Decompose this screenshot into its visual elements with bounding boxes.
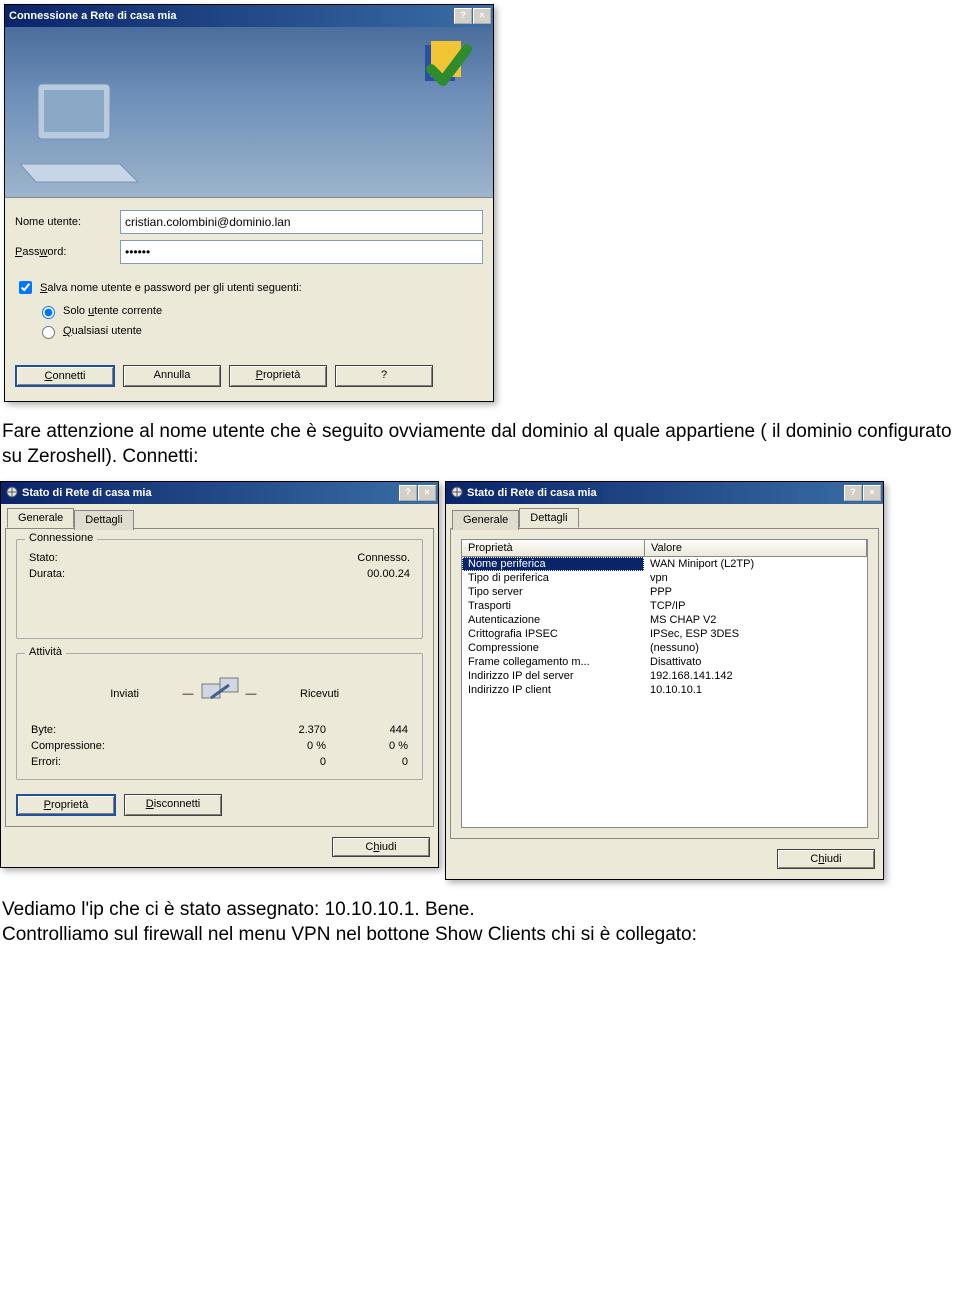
bytes-recv: 444	[328, 723, 408, 737]
password-input[interactable]	[120, 240, 483, 264]
list-item[interactable]: Nome perifericaWAN Miniport (L2TP)	[462, 557, 867, 571]
value-cell: PPP	[644, 585, 867, 599]
disconnect-button[interactable]: Disconnetti	[124, 794, 222, 816]
network-icon	[5, 485, 19, 502]
list-header: Proprietà Valore	[461, 539, 868, 557]
computers-icon	[200, 676, 240, 711]
list-item[interactable]: AutenticazioneMS CHAP V2	[462, 613, 867, 627]
bytes-sent: 2.370	[246, 723, 326, 737]
errors-sent: 0	[246, 755, 326, 769]
radio-current-user-label: Solo utente corrente	[63, 305, 162, 317]
value-cell: TCP/IP	[644, 599, 867, 613]
property-cell: Autenticazione	[462, 613, 644, 627]
close-button[interactable]: Chiudi	[332, 837, 430, 857]
state-value: Connesso.	[357, 552, 410, 564]
password-label: Password:	[15, 246, 120, 258]
save-credentials-checkbox[interactable]	[19, 281, 32, 294]
property-cell: Indirizzo IP del server	[462, 669, 644, 683]
radio-any-user[interactable]	[42, 326, 55, 339]
col-property[interactable]: Proprietà	[462, 540, 645, 556]
property-cell: Indirizzo IP client	[462, 683, 644, 697]
property-cell: Frame collegamento m...	[462, 655, 644, 669]
tab-details[interactable]: Dettagli	[519, 508, 578, 528]
property-cell: Nome periferica	[462, 557, 644, 571]
recv-label: Ricevuti	[300, 688, 410, 700]
radio-current-user[interactable]	[42, 306, 55, 319]
radio-any-user-label: Qualsiasi utente	[63, 325, 142, 337]
list-item[interactable]: Tipo serverPPP	[462, 585, 867, 599]
state-label: Stato:	[29, 552, 58, 564]
duration-value: 00.00.24	[367, 568, 410, 580]
bytes-label: Byte:	[31, 723, 244, 737]
save-credentials-label: Salva nome utente e password per gli ute…	[40, 282, 302, 294]
sent-label: Inviati	[29, 688, 139, 700]
shield-check-icon	[417, 39, 473, 98]
username-label: Nome utente:	[15, 216, 120, 228]
username-input[interactable]	[120, 210, 483, 234]
help-icon[interactable]: ?	[844, 485, 862, 501]
list-item[interactable]: Indirizzo IP client10.10.10.1	[462, 683, 867, 697]
list-item[interactable]: Crittografia IPSECIPSec, ESP 3DES	[462, 627, 867, 641]
list-item[interactable]: Compressione(nessuno)	[462, 641, 867, 655]
list-item[interactable]: Tipo di perifericavpn	[462, 571, 867, 585]
value-cell: vpn	[644, 571, 867, 585]
titlebar: Connessione a Rete di casa mia ? ×	[5, 5, 493, 27]
status-dialog-details: Stato di Rete di casa mia ? × Generale D…	[445, 481, 884, 880]
list-item[interactable]: Frame collegamento m...Disattivato	[462, 655, 867, 669]
help-icon[interactable]: ?	[399, 485, 417, 501]
close-icon[interactable]: ×	[863, 485, 881, 501]
compression-recv: 0 %	[328, 739, 408, 753]
network-icon	[450, 485, 464, 502]
connect-button[interactable]: Connetti	[15, 365, 115, 387]
value-cell: WAN Miniport (L2TP)	[644, 557, 867, 571]
compression-label: Compressione:	[31, 739, 244, 753]
compression-sent: 0 %	[246, 739, 326, 753]
errors-label: Errori:	[31, 755, 244, 769]
cancel-button[interactable]: Annulla	[123, 365, 221, 387]
dialog-title: Connessione a Rete di casa mia	[9, 10, 177, 22]
properties-button[interactable]: Proprietà	[16, 794, 116, 816]
tab-details[interactable]: Dettagli	[74, 510, 133, 530]
value-cell: Disattivato	[644, 655, 867, 669]
col-value[interactable]: Valore	[645, 540, 867, 556]
document-text-1: Fare attenzione al nome utente che è seg…	[2, 420, 960, 469]
help-icon[interactable]: ?	[454, 8, 472, 24]
list-item[interactable]: Indirizzo IP del server192.168.141.142	[462, 669, 867, 683]
property-cell: Crittografia IPSEC	[462, 627, 644, 641]
banner-image	[5, 27, 493, 198]
dialog-title: Stato di Rete di casa mia	[467, 487, 597, 499]
titlebar: Stato di Rete di casa mia ? ×	[446, 482, 883, 504]
group-activity-title: Attività	[25, 646, 66, 658]
dialog-title: Stato di Rete di casa mia	[22, 487, 152, 499]
help-button[interactable]: ?	[335, 365, 433, 387]
property-cell: Trasporti	[462, 599, 644, 613]
close-button[interactable]: Chiudi	[777, 849, 875, 869]
value-cell: 10.10.10.1	[644, 683, 867, 697]
close-icon[interactable]: ×	[473, 8, 491, 24]
property-cell: Compressione	[462, 641, 644, 655]
list-item[interactable]: TrasportiTCP/IP	[462, 599, 867, 613]
document-text-2a: Vediamo l'ip che ci è stato assegnato: 1…	[2, 898, 960, 923]
duration-label: Durata:	[29, 568, 65, 580]
tab-general[interactable]: Generale	[452, 510, 519, 530]
group-connection-title: Connessione	[25, 532, 97, 544]
property-cell: Tipo server	[462, 585, 644, 599]
titlebar: Stato di Rete di casa mia ? ×	[1, 482, 438, 504]
connection-dialog: Connessione a Rete di casa mia ? ×	[4, 4, 494, 402]
value-cell: (nessuno)	[644, 641, 867, 655]
laptop-icon	[20, 74, 140, 187]
property-cell: Tipo di periferica	[462, 571, 644, 585]
value-cell: MS CHAP V2	[644, 613, 867, 627]
document-text-2b: Controlliamo sul firewall nel menu VPN n…	[2, 923, 960, 948]
status-dialog-general: Stato di Rete di casa mia ? × Generale D…	[0, 481, 439, 868]
value-cell: IPSec, ESP 3DES	[644, 627, 867, 641]
tab-general[interactable]: Generale	[7, 508, 74, 528]
properties-button[interactable]: Proprietà	[229, 365, 327, 387]
close-icon[interactable]: ×	[418, 485, 436, 501]
value-cell: 192.168.141.142	[644, 669, 867, 683]
details-list[interactable]: Nome perifericaWAN Miniport (L2TP)Tipo d…	[461, 557, 868, 828]
errors-recv: 0	[328, 755, 408, 769]
